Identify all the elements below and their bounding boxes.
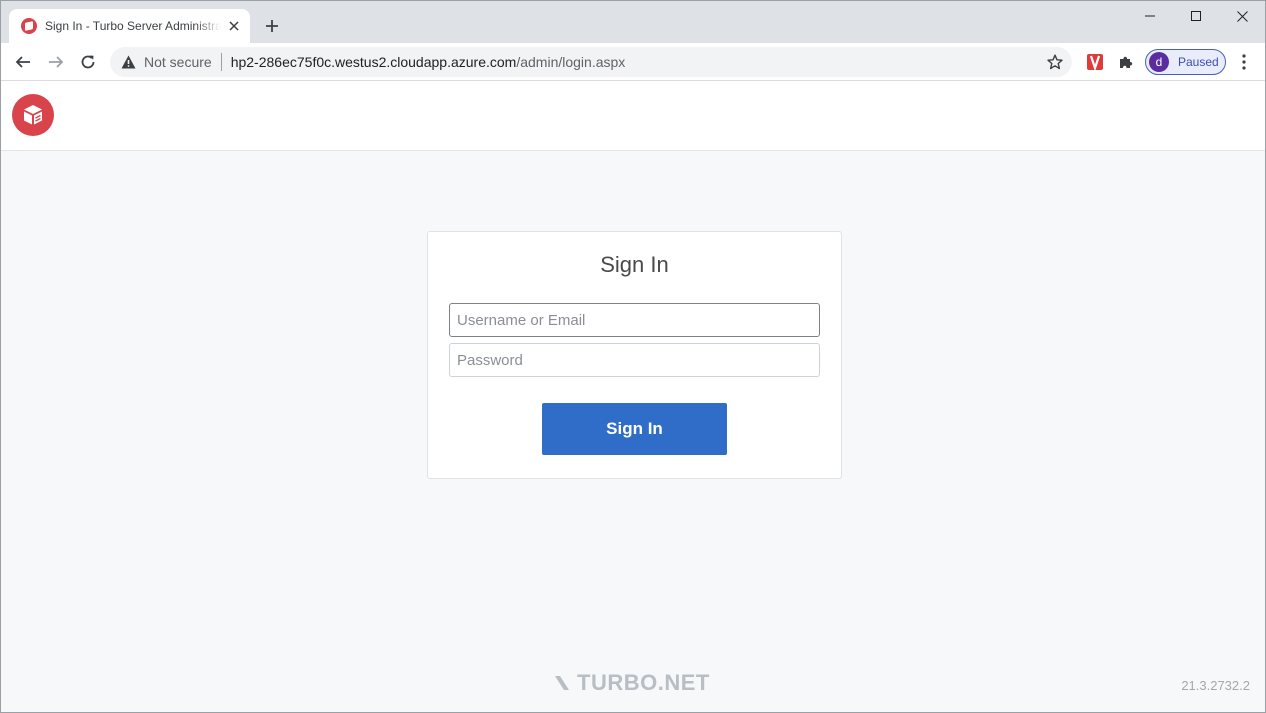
browser-tab[interactable]: Sign In - Turbo Server Administration [9, 9, 250, 43]
back-arrow-icon[interactable] [9, 48, 37, 76]
profile-status-label: Paused [1178, 55, 1219, 69]
username-input[interactable] [449, 303, 820, 337]
tab-close-icon[interactable] [226, 18, 242, 34]
footer-brand: TURBO.NET [553, 670, 710, 695]
turbo-brand-mark-icon [555, 676, 569, 690]
browser-toolbar: Not secure hp2-286ec75f0c.westus2.clouda… [1, 43, 1265, 81]
minimize-icon[interactable] [1127, 1, 1173, 31]
site-header [1, 81, 1265, 151]
turbo-favicon-icon [21, 18, 37, 34]
extensions-puzzle-icon[interactable] [1116, 52, 1136, 72]
profile-button[interactable]: d Paused [1145, 49, 1226, 75]
turbo-cube-logo-icon[interactable] [12, 94, 54, 136]
address-bar[interactable]: Not secure hp2-286ec75f0c.westus2.clouda… [110, 47, 1072, 77]
tab-strip: Sign In - Turbo Server Administration [1, 1, 1265, 43]
address-separator [220, 53, 222, 71]
acrobat-extension-icon[interactable] [1085, 52, 1105, 72]
version-label: 21.3.2732.2 [1181, 678, 1250, 693]
forward-arrow-icon[interactable] [42, 48, 70, 76]
reload-icon[interactable] [74, 48, 102, 76]
url-host: hp2-286ec75f0c.westus2.cloudapp.azure.co… [230, 54, 517, 70]
signin-button[interactable]: Sign In [542, 403, 727, 455]
url-text[interactable]: hp2-286ec75f0c.westus2.cloudapp.azure.co… [231, 54, 626, 70]
warning-triangle-icon[interactable] [120, 54, 136, 70]
signin-card: Sign In Sign In [427, 231, 842, 479]
footer-brand-text: TURBO.NET [577, 670, 710, 695]
browser-window: Sign In - Turbo Server Administration [0, 0, 1266, 713]
kebab-menu-icon[interactable] [1234, 52, 1254, 72]
avatar: d [1149, 52, 1169, 72]
window-close-icon[interactable] [1219, 1, 1265, 31]
bookmark-star-icon[interactable] [1046, 53, 1064, 71]
password-input[interactable] [449, 343, 820, 377]
security-status-label[interactable]: Not secure [144, 54, 212, 70]
window-controls [1127, 1, 1265, 31]
maximize-icon[interactable] [1173, 1, 1219, 31]
new-tab-plus-icon[interactable] [261, 15, 283, 37]
signin-title: Sign In [600, 252, 669, 277]
url-path: /admin/login.aspx [516, 54, 626, 70]
tab-title: Sign In - Turbo Server Administration [45, 19, 221, 33]
page-content: Sign In Sign In TURBO.NET 21.3.2732.2 [1, 81, 1265, 712]
